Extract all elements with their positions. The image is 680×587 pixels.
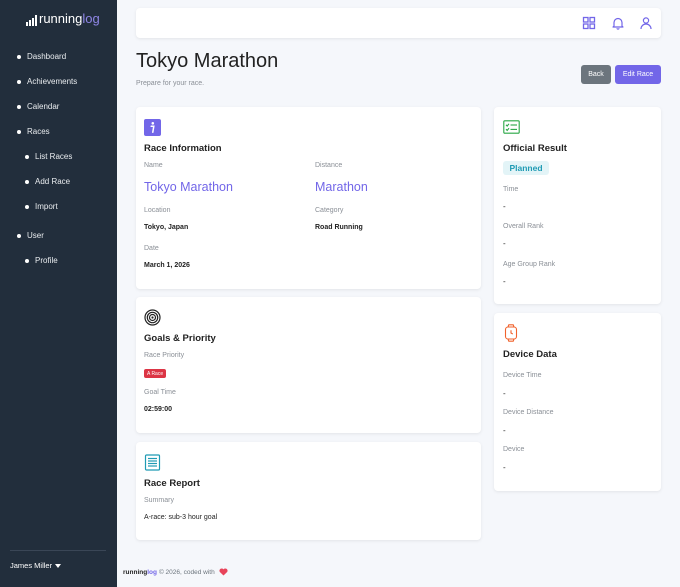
- logo-bars-icon: [26, 15, 37, 26]
- device-value: -: [503, 463, 506, 472]
- date-value: March 1, 2026: [144, 262, 190, 269]
- device-time-label: Device Time: [503, 372, 542, 379]
- footer: runninglog © 2026, coded with: [123, 568, 228, 576]
- device-time-value: -: [503, 389, 506, 398]
- caret-down-icon: [55, 563, 62, 568]
- back-button[interactable]: Back: [581, 65, 611, 84]
- sidebar-item-label: Achievements: [27, 77, 78, 86]
- bullet-icon: [17, 233, 21, 238]
- overall-rank-value: -: [503, 239, 506, 248]
- footer-brand-running: running: [123, 568, 148, 576]
- date-label: Date: [144, 245, 159, 252]
- watch-icon: [504, 324, 518, 342]
- sidebar-item-add-race[interactable]: Add Race: [0, 169, 117, 194]
- race-name-value: Tokyo Marathon: [144, 180, 233, 194]
- sidebar: running log Dashboard Achievements Calend…: [0, 0, 117, 587]
- device-distance-label: Device Distance: [503, 409, 554, 416]
- sidebar-item-list-races[interactable]: List Races: [0, 144, 117, 169]
- distance-value: Marathon: [315, 180, 368, 194]
- sidebar-item-label: List Races: [35, 152, 73, 161]
- footer-brand-link[interactable]: runninglog: [123, 569, 157, 576]
- sidebar-divider: [10, 550, 106, 551]
- device-data-card: [494, 313, 661, 491]
- sidebar-item-dashboard[interactable]: Dashboard: [0, 44, 117, 69]
- goal-time-value: 02:59:00: [144, 406, 173, 413]
- device-distance-value: -: [503, 426, 506, 435]
- device-label: Device: [503, 446, 525, 453]
- user-icon[interactable]: [639, 16, 653, 30]
- race-priority-badge: A Race: [144, 369, 167, 378]
- user-menu-dropdown[interactable]: James Miller: [10, 561, 62, 570]
- brand-text-running: running: [39, 11, 83, 26]
- page-title: Tokyo Marathon: [136, 50, 279, 72]
- race-information-title: Race Information: [144, 143, 222, 154]
- bullet-icon: [25, 154, 29, 159]
- category-value: Road Running: [315, 224, 363, 231]
- bullet-icon: [25, 179, 29, 184]
- bullet-icon: [25, 258, 29, 263]
- bullet-icon: [17, 79, 21, 84]
- overall-rank-label: Overall Rank: [503, 223, 544, 230]
- bullet-icon: [17, 129, 21, 134]
- bullet-icon: [17, 54, 21, 59]
- heart-icon: [219, 568, 228, 576]
- race-report-title: Race Report: [144, 478, 200, 489]
- goals-priority-title: Goals & Priority: [144, 333, 216, 344]
- brand-logo[interactable]: running log: [26, 11, 100, 26]
- apps-grid-icon[interactable]: [582, 16, 596, 30]
- sidebar-item-label: Add Race: [35, 177, 71, 186]
- official-result-card: [494, 107, 661, 304]
- sidebar-item-calendar[interactable]: Calendar: [0, 94, 117, 119]
- checklist-icon: [503, 120, 520, 134]
- bullet-icon: [25, 204, 29, 209]
- race-priority-label: Race Priority: [144, 352, 185, 359]
- goals-priority-card: [136, 297, 481, 433]
- sidebar-item-label: Races: [27, 127, 50, 136]
- sidebar-item-achievements[interactable]: Achievements: [0, 69, 117, 94]
- sidebar-item-label: Dashboard: [27, 52, 67, 61]
- bell-icon[interactable]: [611, 16, 625, 30]
- sidebar-item-profile[interactable]: Profile: [0, 248, 117, 273]
- sidebar-item-races[interactable]: Races: [0, 119, 117, 144]
- race-report-card: [136, 442, 481, 540]
- info-icon: [144, 119, 161, 136]
- user-name: James Miller: [10, 561, 53, 570]
- report-icon: [144, 454, 161, 471]
- age-group-rank-value: -: [503, 277, 506, 286]
- time-value: -: [503, 202, 506, 211]
- status-badge: Planned: [503, 161, 549, 175]
- page-subtitle: Prepare for your race.: [136, 80, 205, 87]
- device-data-title: Device Data: [503, 349, 557, 360]
- footer-brand-log: log: [147, 568, 157, 576]
- footer-copyright: © 2026, coded with: [158, 568, 215, 576]
- target-icon: [144, 309, 161, 326]
- name-label: Name: [144, 162, 163, 169]
- top-navbar: [136, 8, 661, 38]
- brand-text-log: log: [82, 11, 100, 26]
- age-group-rank-label: Age Group Rank: [503, 261, 556, 268]
- sidebar-item-import[interactable]: Import: [0, 194, 117, 219]
- sidebar-nav: Dashboard Achievements Calendar Races Li…: [0, 44, 117, 273]
- sidebar-item-label: Profile: [35, 256, 58, 265]
- edit-race-button[interactable]: Edit Race: [615, 65, 661, 84]
- location-value: Tokyo, Japan: [144, 224, 189, 231]
- summary-value: A-race: sub-3 hour goal: [144, 514, 218, 521]
- distance-label: Distance: [315, 162, 343, 169]
- sidebar-item-label: User: [27, 231, 44, 240]
- time-label: Time: [503, 186, 519, 193]
- sidebar-item-label: Calendar: [27, 102, 60, 111]
- sidebar-item-label: Import: [35, 202, 58, 211]
- location-label: Location: [144, 207, 171, 214]
- category-label: Category: [315, 207, 344, 214]
- sidebar-item-user[interactable]: User: [0, 223, 117, 248]
- official-result-title: Official Result: [503, 143, 567, 154]
- bullet-icon: [17, 104, 21, 109]
- summary-label: Summary: [144, 497, 174, 504]
- goal-time-label: Goal Time: [144, 389, 176, 396]
